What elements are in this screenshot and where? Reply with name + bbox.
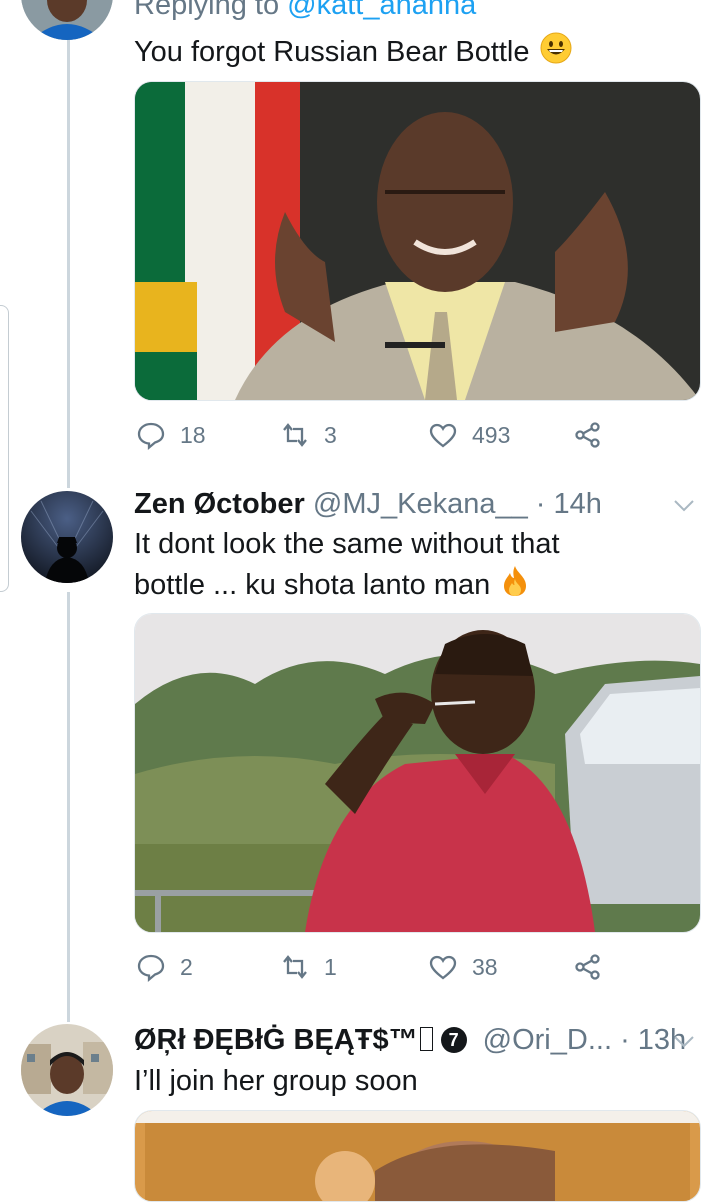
timestamp[interactable]: · 14h bbox=[536, 488, 602, 520]
share-button[interactable] bbox=[573, 420, 603, 450]
share-icon bbox=[575, 954, 600, 980]
tweet-text-line: It dont look the same without that bbox=[134, 528, 560, 560]
heart-icon bbox=[429, 423, 457, 448]
reply-icon bbox=[137, 422, 165, 450]
chevron-down-icon[interactable] bbox=[670, 1027, 698, 1055]
retweet-button[interactable]: 1 bbox=[280, 952, 337, 982]
thread-line bbox=[67, 36, 70, 488]
share-button[interactable] bbox=[573, 952, 603, 982]
tweet-text-line: bottle ... ku shota lanto man bbox=[134, 565, 530, 608]
missing-glyph-icon bbox=[419, 1027, 433, 1051]
tweet-image[interactable] bbox=[134, 1110, 701, 1202]
heart-icon bbox=[429, 955, 457, 980]
display-name[interactable]: Zen Øctober bbox=[134, 488, 305, 520]
display-name[interactable]: ØŖł ĐĘBłĠ BĘĄŦ$™ bbox=[134, 1024, 418, 1056]
like-button[interactable]: 493 bbox=[428, 420, 510, 450]
like-button[interactable]: 38 bbox=[428, 952, 498, 982]
tweet-header: Zen Øctober @MJ_Kekana__ · 14h bbox=[134, 485, 602, 524]
tweet-header: ØŖł ĐĘBłĠ BĘĄŦ$™ 7 @Ori_D... · 13h bbox=[134, 1021, 686, 1060]
thread-line bbox=[67, 592, 70, 1022]
user-handle[interactable]: @MJ_Kekana__ bbox=[313, 488, 528, 520]
fire-emoji bbox=[500, 565, 530, 608]
reply-button[interactable]: 18 bbox=[136, 420, 206, 450]
tweet-image[interactable] bbox=[134, 613, 701, 933]
retweet-icon bbox=[283, 423, 307, 447]
user-handle[interactable]: @Ori_D... bbox=[483, 1024, 612, 1056]
scroll-edge-handle bbox=[0, 305, 9, 592]
replying-to: Replying to @katt_ananna bbox=[134, 0, 476, 25]
numbered-badge: 7 bbox=[440, 1027, 467, 1053]
grinning-face-emoji bbox=[540, 32, 572, 75]
share-icon bbox=[575, 422, 600, 448]
reply-button[interactable]: 2 bbox=[136, 952, 193, 982]
avatar[interactable] bbox=[21, 491, 113, 583]
retweet-icon bbox=[283, 955, 307, 979]
chevron-down-icon[interactable] bbox=[670, 491, 698, 519]
tweet-text: You forgot Russian Bear Bottle bbox=[134, 32, 572, 75]
reply-icon bbox=[137, 954, 165, 982]
replying-to-handle-link[interactable]: @katt_ananna bbox=[287, 0, 476, 21]
retweet-button[interactable]: 3 bbox=[280, 420, 337, 450]
tweet-text: I’ll join her group soon bbox=[134, 1065, 418, 1097]
avatar[interactable] bbox=[21, 0, 113, 40]
avatar[interactable] bbox=[21, 1024, 113, 1116]
tweet-image[interactable] bbox=[134, 81, 701, 401]
